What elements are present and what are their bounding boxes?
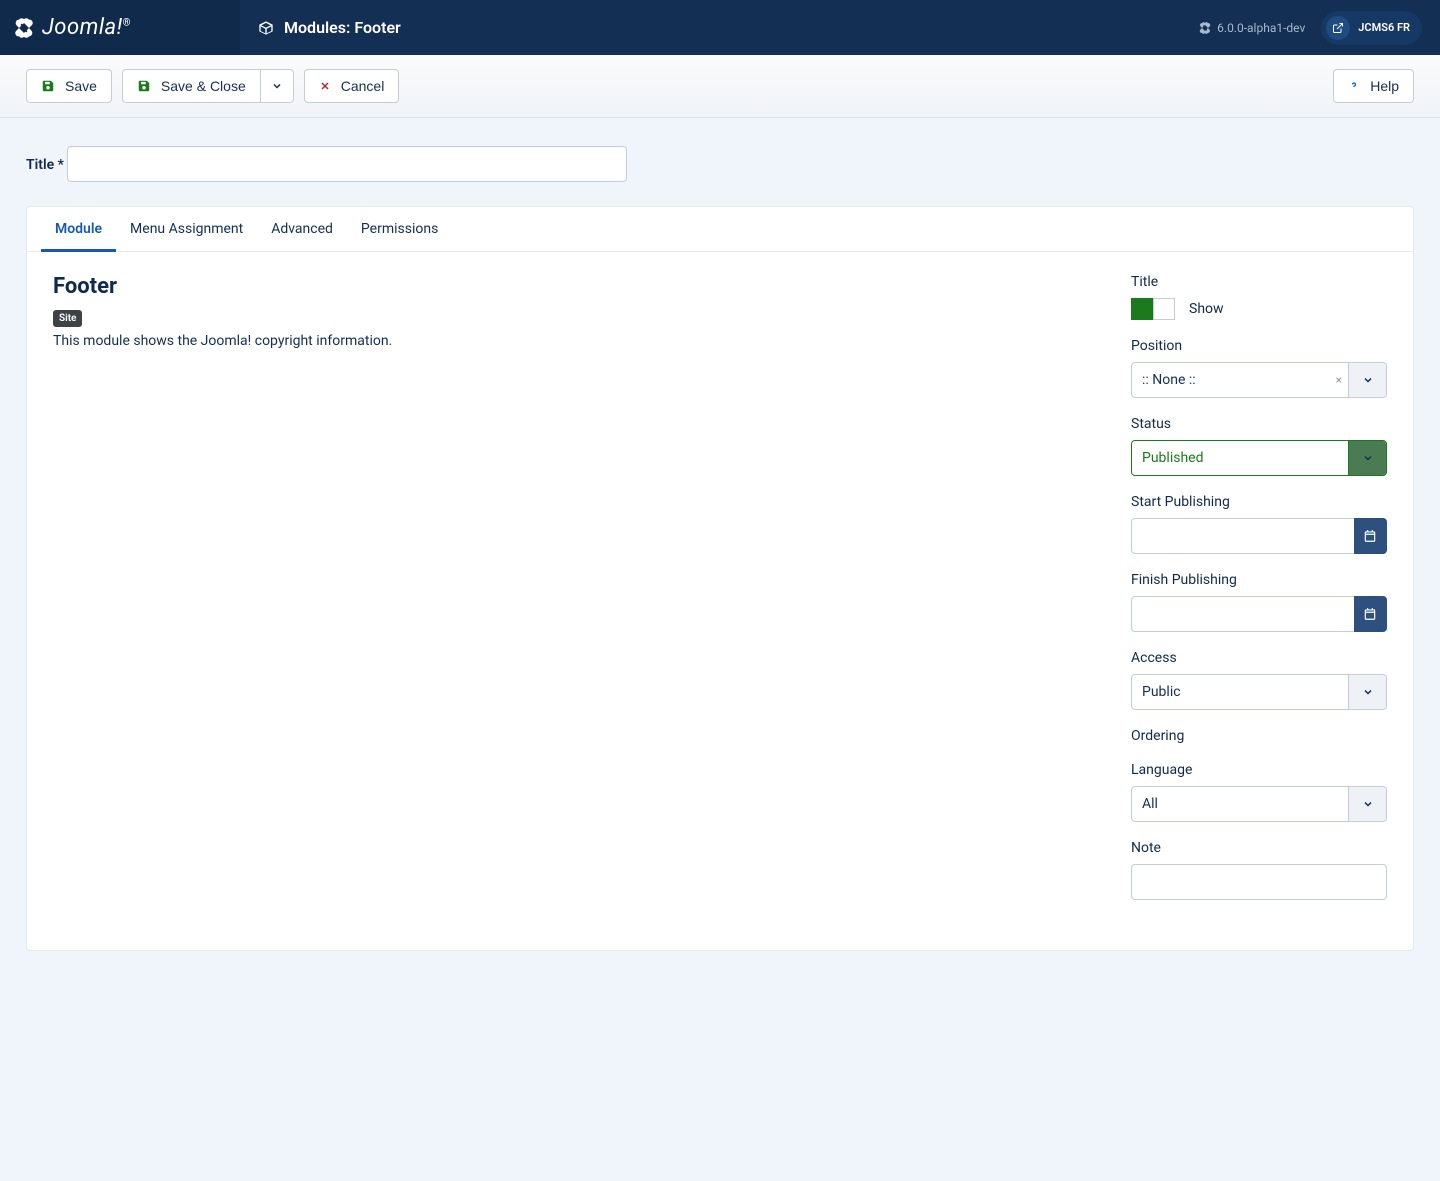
field-ordering: Ordering [1131,728,1387,744]
user-label: JCMS6 FR [1358,21,1410,34]
label-language: Language [1131,762,1387,778]
finish-publishing-calendar-button[interactable] [1354,596,1387,632]
label-position: Position [1131,338,1387,354]
label-access: Access [1131,650,1387,666]
field-access: Access Public [1131,650,1387,710]
finish-publishing-input[interactable] [1131,596,1354,632]
module-description: This module shows the Joomla! copyright … [53,333,1091,349]
module-info: Footer Site This module shows the Joomla… [53,274,1091,918]
version-label[interactable]: 6.0.0-alpha1-dev [1199,21,1305,35]
access-value: Public [1132,675,1348,709]
save-close-button[interactable]: Save & Close [122,69,260,103]
start-publishing-input[interactable] [1131,518,1354,554]
chevron-down-icon[interactable] [1348,441,1386,475]
status-value: Published [1132,441,1348,475]
title-input[interactable] [67,146,627,182]
title-label: Title * [26,157,64,173]
label-start-publishing: Start Publishing [1131,494,1387,510]
toolbar: Save Save & Close Cancel Help [0,55,1440,118]
cube-icon [258,20,274,36]
help-button-label: Help [1370,78,1399,94]
calendar-icon [1363,607,1377,621]
field-note: Note [1131,840,1387,900]
save-button-label: Save [65,78,97,94]
tabs: Module Menu Assignment Advanced Permissi… [27,207,1413,252]
save-icon [137,79,151,93]
field-language: Language All [1131,762,1387,822]
save-close-dropdown[interactable] [260,69,294,103]
title-show-text: Show [1189,301,1224,317]
label-title: Title [1131,274,1387,290]
module-heading: Footer [53,274,1091,299]
page-title-text: Modules: Footer [284,18,401,37]
tab-permissions[interactable]: Permissions [347,207,452,251]
user-menu[interactable]: JCMS6 FR [1321,11,1422,45]
brand-logo[interactable]: Joomla!® [0,0,240,55]
start-publishing-calendar-button[interactable] [1354,518,1387,554]
save-close-group: Save & Close [122,69,294,103]
label-ordering: Ordering [1131,728,1387,744]
field-start-publishing: Start Publishing [1131,494,1387,554]
note-input[interactable] [1131,864,1387,900]
field-finish-publishing: Finish Publishing [1131,572,1387,632]
joomla-small-icon [1199,22,1211,34]
chevron-down-icon[interactable] [1348,363,1386,397]
save-button[interactable]: Save [26,69,112,103]
card-body: Footer Site This module shows the Joomla… [27,252,1413,950]
tab-menu-assignment[interactable]: Menu Assignment [116,207,257,251]
label-finish-publishing: Finish Publishing [1131,572,1387,588]
external-link-icon [1326,16,1350,40]
close-icon [319,80,331,92]
header-right: 6.0.0-alpha1-dev JCMS6 FR [1199,11,1440,45]
cancel-button[interactable]: Cancel [304,69,400,103]
main-card: Module Menu Assignment Advanced Permissi… [26,206,1414,951]
chevron-down-icon[interactable] [1348,787,1386,821]
site-badge: Site [53,310,82,327]
label-note: Note [1131,840,1387,856]
title-show-toggle[interactable] [1131,298,1175,320]
chevron-down-icon [271,80,283,92]
brand-text: Joomla!® [42,15,131,40]
field-title-toggle: Title Show [1131,274,1387,320]
page-title: Modules: Footer [240,18,401,37]
position-select[interactable]: :: None :: × [1131,362,1387,398]
question-icon [1348,78,1360,94]
calendar-icon [1363,529,1377,543]
tab-advanced[interactable]: Advanced [257,207,347,251]
position-clear[interactable]: × [1330,363,1348,397]
joomla-icon [14,18,34,38]
title-field-block: Title * [0,118,1440,182]
save-close-button-label: Save & Close [161,78,246,94]
language-value: All [1132,787,1348,821]
field-status: Status Published [1131,416,1387,476]
sidebar-options: Title Show Position :: None :: × [1131,274,1387,918]
header-bar: Joomla!® Modules: Footer 6.0.0-alpha1-de… [0,0,1440,55]
field-position: Position :: None :: × [1131,338,1387,398]
chevron-down-icon[interactable] [1348,675,1386,709]
language-select[interactable]: All [1131,786,1387,822]
access-select[interactable]: Public [1131,674,1387,710]
status-select[interactable]: Published [1131,440,1387,476]
tab-module[interactable]: Module [41,207,116,251]
help-button[interactable]: Help [1333,69,1414,103]
cancel-button-label: Cancel [341,78,385,94]
label-status: Status [1131,416,1387,432]
position-value: :: None :: [1132,363,1330,397]
save-icon [41,79,55,93]
